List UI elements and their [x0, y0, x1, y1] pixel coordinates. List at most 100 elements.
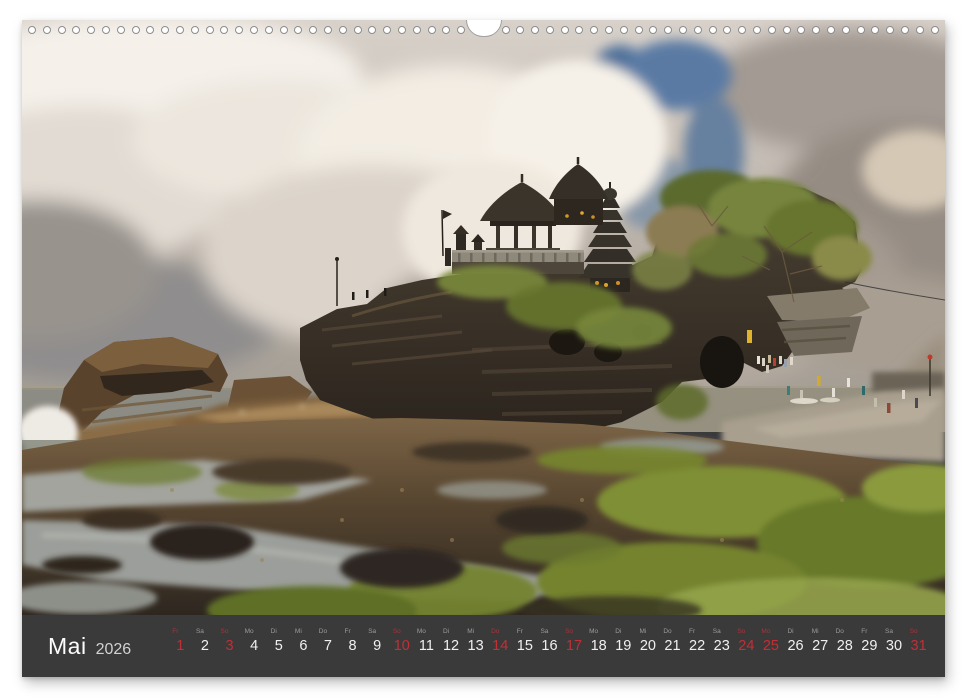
binding-hole — [857, 26, 865, 34]
day-cell-27: Mi27 — [808, 615, 833, 677]
binding-hole — [709, 26, 717, 34]
binding-hole — [664, 26, 672, 34]
day-number: 22 — [685, 637, 710, 655]
calendar-page: Mai 2026 Fr1Sa2So3Mo4Di5Mi6Do7Fr8Sa9So10… — [22, 20, 945, 677]
weekday-label: Mi — [803, 628, 828, 636]
binding-hole — [87, 26, 95, 34]
binding-hole — [871, 26, 879, 34]
binding-hole — [206, 26, 214, 34]
date-strip-days: Fr1Sa2So3Mo4Di5Mi6Do7Fr8Sa9So10Mo11Di12M… — [168, 615, 931, 677]
binding-hole — [605, 26, 613, 34]
binding-hole — [546, 26, 554, 34]
day-cell-11: Mo11 — [414, 615, 439, 677]
binding-hole — [886, 26, 894, 34]
binding-hole — [280, 26, 288, 34]
binding-hole — [398, 26, 406, 34]
day-cell-19: Di19 — [611, 615, 636, 677]
day-cell-15: Fr15 — [513, 615, 538, 677]
day-cell-16: Sa16 — [537, 615, 562, 677]
weekday-label: Mo — [237, 628, 262, 636]
binding-hole — [428, 26, 436, 34]
weekday-label: Di — [434, 628, 459, 636]
binding-hole — [413, 26, 421, 34]
weekday-label: So — [557, 628, 582, 636]
binding-hole — [694, 26, 702, 34]
day-cell-8: Fr8 — [340, 615, 365, 677]
binding-hole — [516, 26, 524, 34]
binding-hole — [635, 26, 643, 34]
weekday-label: So — [901, 628, 926, 636]
calendar-photo — [22, 20, 945, 615]
day-number: 2 — [193, 637, 218, 655]
day-cell-2: Sa2 — [193, 615, 218, 677]
binding-hole — [753, 26, 761, 34]
day-cell-5: Di5 — [266, 615, 291, 677]
binding-hole — [28, 26, 36, 34]
weekday-label: Mi — [458, 628, 483, 636]
weekday-label: Fr — [680, 628, 705, 636]
binding-hole — [783, 26, 791, 34]
day-cell-1: Fr1 — [168, 615, 193, 677]
binding-hole — [324, 26, 332, 34]
weekday-label: Fr — [163, 628, 188, 636]
binding-hole — [161, 26, 169, 34]
binding-hole — [191, 26, 199, 34]
binding-hole — [265, 26, 273, 34]
day-cell-21: Do21 — [660, 615, 685, 677]
binding-hole — [354, 26, 362, 34]
binding-hole — [649, 26, 657, 34]
binding-hole — [309, 26, 317, 34]
day-cell-3: So3 — [217, 615, 242, 677]
weekday-label: Fr — [852, 628, 877, 636]
day-cell-22: Fr22 — [685, 615, 710, 677]
binding-hole — [590, 26, 598, 34]
day-cell-12: Di12 — [439, 615, 464, 677]
day-cell-24: So24 — [734, 615, 759, 677]
weekday-label: Di — [778, 628, 803, 636]
day-number: 23 — [709, 637, 734, 655]
day-cell-9: Sa9 — [365, 615, 390, 677]
day-number: 17 — [562, 637, 587, 655]
day-number: 31 — [906, 637, 931, 655]
binding-hole — [146, 26, 154, 34]
day-number: 14 — [488, 637, 513, 655]
binding-hole — [457, 26, 465, 34]
day-number: 28 — [832, 637, 857, 655]
binding-hole — [723, 26, 731, 34]
binding-hole — [339, 26, 347, 34]
weekday-label: So — [729, 628, 754, 636]
year-label: 2026 — [96, 641, 132, 659]
binding-hole — [442, 26, 450, 34]
binding-hole — [768, 26, 776, 34]
month-block: Mai 2026 — [48, 633, 131, 660]
binding-hole — [502, 26, 510, 34]
day-number: 18 — [586, 637, 611, 655]
binding-hole — [43, 26, 51, 34]
date-strip: Mai 2026 Fr1Sa2So3Mo4Di5Mi6Do7Fr8Sa9So10… — [22, 615, 945, 677]
day-number: 8 — [340, 637, 365, 655]
binding-hole — [679, 26, 687, 34]
day-cell-10: So10 — [389, 615, 414, 677]
day-number: 12 — [439, 637, 464, 655]
day-number: 26 — [783, 637, 808, 655]
weekday-label: Mo — [754, 628, 779, 636]
day-number: 4 — [242, 637, 267, 655]
weekday-label: Sa — [360, 628, 385, 636]
weekday-label: Mo — [409, 628, 434, 636]
binding-hole — [368, 26, 376, 34]
day-number: 13 — [463, 637, 488, 655]
day-cell-26: Di26 — [783, 615, 808, 677]
binding-hole — [842, 26, 850, 34]
day-cell-13: Mi13 — [463, 615, 488, 677]
binding-hole — [294, 26, 302, 34]
day-number: 19 — [611, 637, 636, 655]
binding-hole — [827, 26, 835, 34]
binding-hole — [738, 26, 746, 34]
weekday-label: Mi — [631, 628, 656, 636]
day-number: 7 — [316, 637, 341, 655]
day-number: 10 — [389, 637, 414, 655]
binding-hole — [383, 26, 391, 34]
weekday-label: Do — [827, 628, 852, 636]
binding-hole — [250, 26, 258, 34]
day-number: 20 — [636, 637, 661, 655]
